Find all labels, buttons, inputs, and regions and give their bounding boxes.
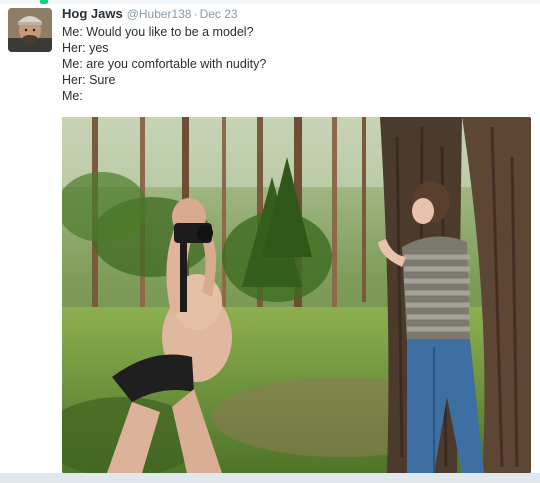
top-strip bbox=[0, 0, 540, 4]
author-name[interactable]: Hog Jaws bbox=[62, 6, 123, 21]
tweet-date[interactable]: Dec 23 bbox=[200, 7, 238, 21]
photo-image bbox=[62, 117, 531, 473]
tweet-media-photo[interactable] bbox=[62, 117, 531, 473]
tweet-text: Me: Would you like to be a model? Her: y… bbox=[62, 24, 532, 104]
tweet-line: Me: are you comfortable with nudity? bbox=[62, 57, 267, 71]
tweet-line: Her: yes bbox=[62, 41, 109, 55]
header-separator: · bbox=[193, 7, 198, 21]
tweet-header: Hog Jaws @Huber138 · Dec 23 bbox=[62, 5, 532, 23]
retweet-indicator bbox=[40, 0, 48, 4]
tweet-line: Her: Sure bbox=[62, 73, 116, 87]
tweet-line: Me: bbox=[62, 89, 83, 103]
tweet-content: Hog Jaws @Huber138 · Dec 23 Me: Would you l… bbox=[62, 5, 532, 104]
author-avatar[interactable] bbox=[8, 8, 52, 52]
author-handle[interactable]: @Huber138 bbox=[127, 7, 192, 21]
tweet-line: Me: Would you like to be a model? bbox=[62, 25, 254, 39]
avatar-image bbox=[8, 8, 52, 52]
bottom-bar bbox=[0, 473, 540, 483]
